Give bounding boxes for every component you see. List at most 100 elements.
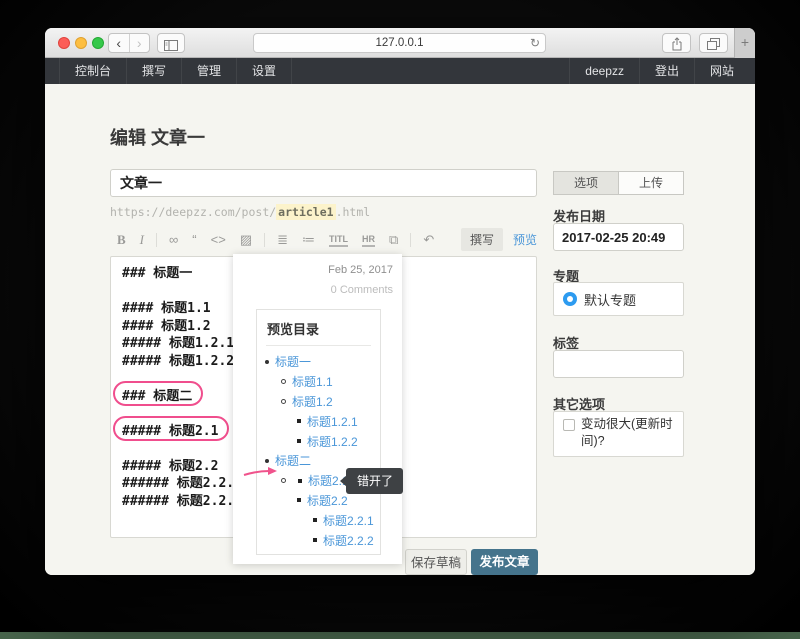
editor-toolbar: B I ∞ “ <> ▨ ≣ ≔ TITL HR ⧉ ↶ 撰写 预览: [110, 227, 537, 252]
bullet-square-icon: [297, 439, 301, 443]
share-icon: [671, 37, 683, 51]
navbar-left-group: 控制台 撰写 管理 设置: [45, 58, 292, 84]
ordered-list-icon[interactable]: ≣: [277, 230, 288, 250]
topic-option-label: 默认专题: [584, 290, 636, 309]
nav-item-console[interactable]: 控制台: [59, 58, 126, 84]
annotation-arrow: [243, 464, 281, 480]
preview-pane: Feb 25, 2017 0 Comments 预览目录 标题一 标题1.1 标…: [233, 254, 402, 564]
toc-link[interactable]: 标题1.2: [292, 393, 333, 410]
nav-item-username[interactable]: deepzz: [569, 58, 639, 84]
editor-line: ###### 标题2.2.1: [122, 472, 242, 490]
undo-icon[interactable]: ↶: [423, 230, 434, 250]
editor-line: [122, 280, 242, 298]
editor-line: ##### 标题1.2.2: [122, 350, 242, 368]
page-break-icon[interactable]: ⧉: [389, 230, 398, 250]
app-navbar: 控制台 撰写 管理 设置 deepzz 登出 网站: [45, 58, 755, 84]
post-url-suffix: .html: [336, 205, 371, 219]
post-url-preview: https://deepzz.com/post/article1.html: [110, 205, 370, 219]
toc-link[interactable]: 标题2.2: [307, 492, 348, 509]
toc-link[interactable]: 标题1.2.1: [307, 413, 358, 430]
minimize-window-button[interactable]: [75, 37, 87, 49]
toolbar-divider: [264, 233, 265, 247]
share-button[interactable]: [662, 33, 691, 53]
unordered-list-icon[interactable]: ≔: [302, 230, 315, 250]
toc-link[interactable]: 标题1.1: [292, 373, 333, 390]
tabs-icon: [707, 38, 720, 50]
quote-icon[interactable]: “: [192, 230, 196, 250]
reload-icon[interactable]: ↻: [530, 34, 540, 52]
publish-date-input[interactable]: [553, 223, 684, 251]
radio-selected-icon[interactable]: [563, 292, 577, 306]
bullet-disc-icon: [265, 360, 269, 364]
major-change-label: 变动很大(更新时间)?: [581, 416, 674, 450]
post-url-slug: article1: [276, 204, 335, 220]
nav-item-settings[interactable]: 设置: [236, 58, 292, 84]
page-content: 编辑 文章一 https://deepzz.com/post/article1.…: [45, 84, 755, 575]
nav-item-site[interactable]: 网站: [694, 58, 749, 84]
nav-item-write[interactable]: 撰写: [126, 58, 181, 84]
history-nav-buttons: ‹ ›: [108, 33, 150, 53]
close-window-button[interactable]: [58, 37, 70, 49]
bullet-square-icon: [297, 419, 301, 423]
editor-line: ### 标题一: [122, 262, 242, 280]
toc-link[interactable]: 标题1.2.2: [307, 433, 358, 450]
bullet-disc-icon: [265, 459, 269, 463]
tags-input[interactable]: [553, 350, 684, 378]
nav-item-manage[interactable]: 管理: [181, 58, 236, 84]
bold-icon[interactable]: B: [117, 230, 126, 250]
toc-title: 预览目录: [257, 310, 380, 345]
major-change-box: 变动很大(更新时间)?: [553, 411, 684, 457]
toc-item: 标题2.2.1: [257, 510, 380, 530]
code-icon[interactable]: <>: [211, 230, 226, 250]
editor-line: ##### 标题2.2: [122, 455, 242, 473]
back-button[interactable]: ‹: [109, 34, 130, 52]
bullet-square-icon: [313, 538, 317, 542]
zoom-window-button[interactable]: [92, 37, 104, 49]
nav-item-logout[interactable]: 登出: [639, 58, 694, 84]
sidebar-icon: [164, 40, 178, 51]
editor-mode-switch: 撰写 预览: [461, 227, 537, 252]
bullet-square-icon: [297, 498, 301, 502]
checkbox-unchecked-icon[interactable]: [563, 419, 575, 431]
topic-option-box: 默认专题: [553, 282, 684, 316]
toolbar-divider: [410, 233, 411, 247]
toc-item: 标题1.1: [257, 372, 380, 392]
preview-toc-box: 预览目录 标题一 标题1.1 标题1.2 标题1.2.1: [256, 309, 381, 555]
bullet-circle-icon: [281, 399, 286, 404]
save-draft-button[interactable]: 保存草稿: [405, 549, 467, 575]
toc-item: 标题1.2: [257, 392, 380, 412]
sidebar-tab-group: 选项 上传: [553, 171, 684, 195]
preview-post-date: Feb 25, 2017: [328, 264, 393, 276]
toc-link[interactable]: 标题2.2.2: [323, 532, 374, 549]
tab-write[interactable]: 撰写: [461, 228, 503, 251]
italic-icon[interactable]: I: [140, 230, 144, 250]
toolbar-divider: [156, 233, 157, 247]
publish-button[interactable]: 发布文章: [471, 549, 538, 575]
toc-item: 标题1.2.1: [257, 411, 380, 431]
editor-line: #### 标题1.1: [122, 297, 242, 315]
annotation-tooltip: 错开了: [346, 468, 403, 494]
hr-icon[interactable]: HR: [362, 233, 375, 247]
toc-link[interactable]: 标题2.2.1: [323, 512, 374, 529]
link-icon[interactable]: ∞: [169, 230, 178, 250]
heading-icon[interactable]: TITL: [329, 233, 348, 247]
forward-button[interactable]: ›: [130, 34, 150, 52]
navbar-right-group: deepzz 登出 网站: [569, 58, 755, 84]
browser-titlebar: ‹ › 127.0.0.1 ↻: [45, 28, 755, 58]
tab-upload[interactable]: 上传: [618, 171, 684, 195]
desktop-wallpaper-strip: [0, 632, 800, 639]
sidebar-toggle-button[interactable]: [157, 33, 185, 53]
image-icon[interactable]: ▨: [240, 230, 252, 250]
address-bar[interactable]: 127.0.0.1 ↻: [253, 33, 546, 53]
tab-overview-button[interactable]: [699, 33, 728, 53]
preview-comments-count: 0 Comments: [331, 284, 393, 296]
tab-options[interactable]: 选项: [553, 171, 618, 195]
post-title-input[interactable]: [110, 169, 537, 197]
tab-preview[interactable]: 预览: [513, 231, 537, 248]
new-tab-button[interactable]: +: [734, 28, 755, 58]
tooltip-text: 错开了: [357, 474, 393, 488]
browser-window: ‹ › 127.0.0.1 ↻: [45, 28, 755, 575]
toc-link[interactable]: 标题一: [275, 353, 311, 370]
toc-item: 标题1.2.2: [257, 431, 380, 451]
editor-line: ###### 标题2.2.2: [122, 490, 242, 508]
